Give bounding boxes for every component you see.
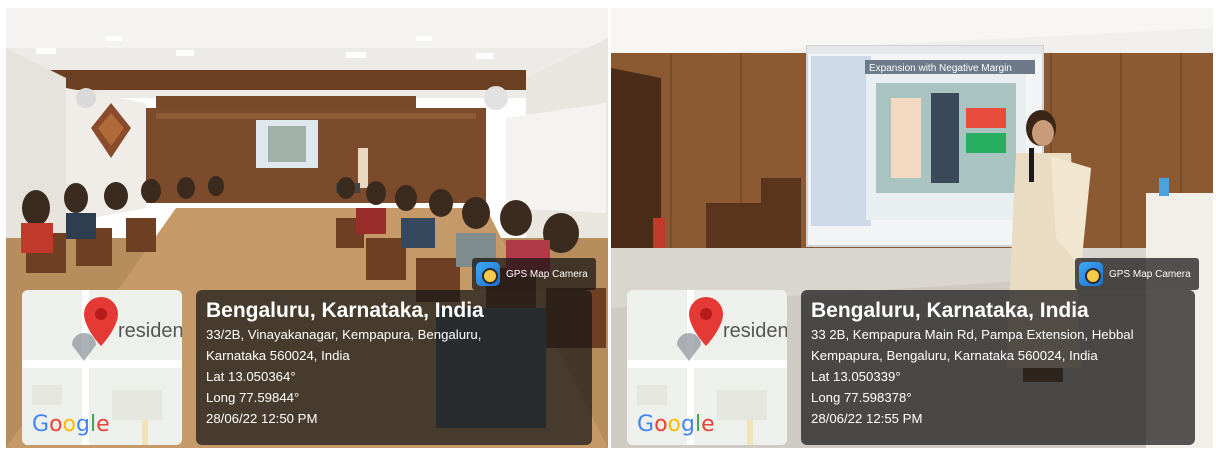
gps-map-camera-badge: GPS Map Camera — [1075, 258, 1199, 290]
map-thumbnail: residen Google — [22, 290, 182, 445]
location-info-panel: Bengaluru, Karnataka, India 33 2B, Kempa… — [801, 290, 1195, 445]
map-place-label: residen — [723, 320, 787, 342]
slide-title-text: Expansion with Negative Margin — [869, 63, 1012, 74]
address-line-2: Karnataka 560024, India — [206, 348, 350, 363]
gps-map-camera-label: GPS Map Camera — [1109, 268, 1191, 280]
location-info-panel: Bengaluru, Karnataka, India 33/2B, Vinay… — [196, 290, 592, 445]
photo-seminar-hall-audience: GPS Map Camera residen Google Bengaluru,… — [6, 8, 608, 448]
gps-map-camera-label: GPS Map Camera — [506, 268, 588, 280]
google-logo: Google — [32, 412, 110, 437]
map-place-label: residen — [118, 320, 182, 342]
map-thumbnail: residen Google — [627, 290, 787, 445]
gps-map-camera-badge: GPS Map Camera — [472, 258, 596, 290]
location-title: Bengaluru, Karnataka, India — [811, 299, 1089, 322]
address-line-1: 33/2B, Vinayakanagar, Kempapura, Bengalu… — [206, 327, 482, 342]
latitude-text: Lat 13.050339° — [811, 369, 901, 384]
address-line-1: 33 2B, Kempapura Main Rd, Pampa Extensio… — [811, 327, 1134, 342]
longitude-text: Long 77.598378° — [811, 390, 912, 405]
address-line-2: Kempapura, Bengaluru, Karnataka 560024, … — [811, 348, 1098, 363]
longitude-text: Long 77.59844° — [206, 390, 300, 405]
gps-map-camera-icon — [476, 262, 500, 286]
latitude-text: Lat 13.050364° — [206, 369, 296, 384]
photo-presenter-slide: Expansion with Negative Margin GPS Map C… — [611, 8, 1213, 448]
google-logo: Google — [637, 412, 715, 437]
location-title: Bengaluru, Karnataka, India — [206, 299, 484, 322]
datetime-text: 28/06/22 12:55 PM — [811, 411, 923, 426]
datetime-text: 28/06/22 12:50 PM — [206, 411, 318, 426]
gps-map-camera-icon — [1079, 262, 1103, 286]
